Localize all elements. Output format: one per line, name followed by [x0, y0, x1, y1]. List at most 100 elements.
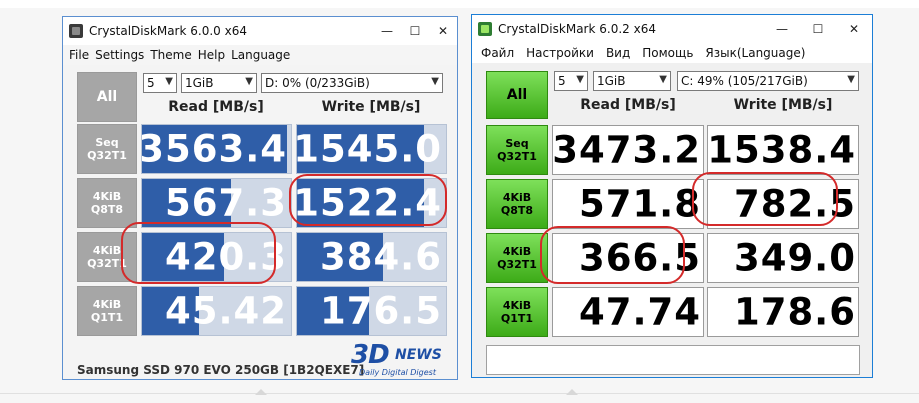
test-label-line1: Seq	[95, 136, 119, 149]
menu-file[interactable]: Файл	[475, 46, 520, 60]
close-button[interactable]: ✕	[429, 17, 457, 45]
app-icon	[69, 24, 83, 38]
all-button[interactable]: All	[77, 72, 137, 122]
test-row-button[interactable]: 4KiB Q32T1	[486, 233, 548, 283]
chevron-down-icon: ▼	[847, 74, 855, 85]
test-label-line1: 4KiB	[92, 244, 122, 257]
device-name: Samsung SSD 970 EVO 250GB [1B2QEXE7]	[77, 363, 365, 377]
menu-help[interactable]: Помощь	[636, 46, 699, 60]
test-row-button[interactable]: 4KiB Q1T1	[486, 287, 548, 337]
chevron-down-icon: ▼	[245, 76, 253, 87]
test-label-line2: Q8T8	[90, 203, 124, 216]
read-result-value: 567.3	[164, 181, 287, 225]
window-title: CrystalDiskMark 6.0.0 x64	[89, 24, 247, 38]
menu-theme[interactable]: Theme	[147, 48, 194, 62]
menu-bar: Файл Настройки Вид Помощь Язык(Language)	[472, 43, 872, 63]
maximize-button[interactable]: ☐	[800, 15, 836, 43]
test-label-line2: Q32T1	[497, 258, 537, 271]
read-result-cell: 3473.2	[552, 125, 704, 175]
test-label-line2: Q1T1	[90, 311, 124, 324]
minimize-button[interactable]: —	[764, 15, 800, 43]
write-result-value: 384.6	[319, 235, 442, 279]
count-select[interactable]: 5 ▼	[554, 71, 588, 91]
read-header: Read [MB/s]	[580, 97, 676, 113]
test-row-button[interactable]: 4KiB Q8T8	[77, 178, 137, 228]
test-row-button[interactable]: 4KiB Q8T8	[486, 179, 548, 229]
close-button[interactable]: ✕	[836, 15, 872, 43]
chevron-down-icon: ▼	[659, 74, 667, 85]
size-select-value: 1GiB	[597, 74, 626, 88]
count-select-value: 5	[558, 74, 566, 88]
write-result-cell: 349.0	[707, 233, 859, 283]
write-result-cell: 1545.0	[296, 124, 447, 174]
size-select[interactable]: 1GiB ▼	[181, 73, 257, 93]
menu-language[interactable]: Язык(Language)	[699, 46, 811, 60]
drive-select[interactable]: C: 49% (105/217GiB) ▼	[677, 71, 859, 91]
write-result-cell: 178.6	[707, 287, 859, 337]
test-row-button[interactable]: Seq Q32T1	[77, 124, 137, 174]
logo-news: NEWS	[395, 347, 442, 363]
maximize-button[interactable]: ☐	[401, 17, 429, 45]
size-select[interactable]: 1GiB ▼	[593, 71, 671, 91]
window-title: CrystalDiskMark 6.0.2 x64	[498, 22, 656, 36]
divider	[0, 393, 919, 394]
test-row-button[interactable]: Seq Q32T1	[486, 125, 548, 175]
all-button[interactable]: All	[486, 71, 548, 119]
tick-mark	[566, 389, 578, 395]
menu-settings[interactable]: Настройки	[520, 46, 600, 60]
count-select-value: 5	[147, 76, 155, 90]
window-controls: — ☐ ✕	[764, 15, 872, 43]
write-result-value: 178.6	[733, 290, 856, 334]
test-row-button[interactable]: 4KiB Q1T1	[77, 286, 137, 336]
test-label-line1: Seq	[505, 137, 529, 150]
write-result-cell: 1538.4	[707, 125, 859, 175]
logo-tagline: Daily Digital Digest	[359, 368, 436, 377]
comment-field[interactable]	[486, 345, 860, 375]
read-result-value: 3563.4	[141, 127, 287, 171]
write-result-value: 1538.4	[707, 128, 856, 172]
logo-3d: 3D	[351, 340, 390, 370]
menu-language[interactable]: Language	[228, 48, 293, 62]
highlight-oval	[121, 222, 276, 284]
test-label-line2: Q8T8	[500, 204, 534, 217]
read-result-value: 3473.2	[552, 128, 701, 172]
write-result-value: 1545.0	[296, 127, 442, 171]
top-strip	[0, 0, 919, 8]
test-label-line1: 4KiB	[502, 299, 532, 312]
tick-mark	[255, 389, 267, 395]
read-result-value: 47.74	[578, 290, 701, 334]
menu-help[interactable]: Help	[195, 48, 228, 62]
menu-settings[interactable]: Settings	[92, 48, 147, 62]
write-header: Write [MB/s]	[733, 97, 833, 113]
chevron-down-icon: ▼	[431, 76, 439, 87]
write-header: Write [MB/s]	[321, 99, 421, 115]
test-label-line2: Q32T1	[87, 149, 127, 162]
read-result-cell: 3563.4	[141, 124, 292, 174]
write-result-cell: 176.5	[296, 286, 447, 336]
menu-view[interactable]: Вид	[600, 46, 636, 60]
read-result-value: 45.42	[164, 289, 287, 333]
test-label-line2: Q32T1	[497, 150, 537, 163]
window-controls: — ☐ ✕	[373, 17, 457, 45]
write-result-value: 349.0	[733, 236, 856, 280]
read-result-cell: 571.8	[552, 179, 704, 229]
minimize-button[interactable]: —	[373, 17, 401, 45]
read-result-cell: 567.3	[141, 178, 292, 228]
highlight-oval	[540, 226, 685, 284]
title-bar[interactable]: CrystalDiskMark 6.0.0 x64 — ☐ ✕	[63, 17, 457, 45]
menu-file[interactable]: File	[66, 48, 92, 62]
read-header: Read [MB/s]	[168, 99, 264, 115]
write-result-value: 176.5	[319, 289, 442, 333]
drive-select[interactable]: D: 0% (0/233GiB) ▼	[261, 73, 443, 93]
write-result-cell: 384.6	[296, 232, 447, 282]
size-select-value: 1GiB	[185, 76, 214, 90]
page: CrystalDiskMark 6.0.0 x64 — ☐ ✕ File Set…	[0, 0, 919, 403]
highlight-oval	[692, 172, 838, 226]
test-label-line2: Q1T1	[500, 312, 534, 325]
drive-select-value: D: 0% (0/233GiB)	[265, 76, 370, 90]
count-select[interactable]: 5 ▼	[143, 73, 177, 93]
drive-select-value: C: 49% (105/217GiB)	[681, 74, 808, 88]
test-label-line1: 4KiB	[92, 298, 122, 311]
3dnews-logo: 3D NEWS Daily Digital Digest	[349, 340, 449, 379]
title-bar[interactable]: CrystalDiskMark 6.0.2 x64 — ☐ ✕	[472, 15, 872, 43]
